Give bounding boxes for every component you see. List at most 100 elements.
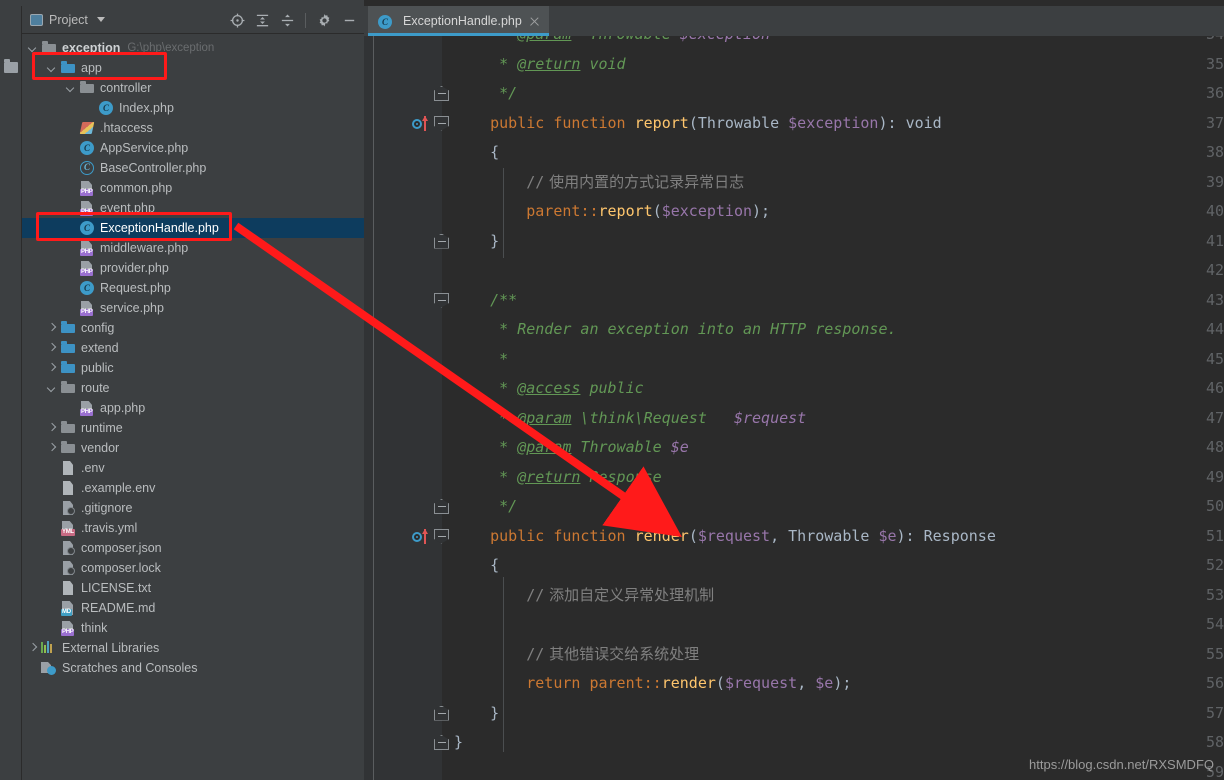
php-file-icon: PHP	[79, 260, 95, 276]
chevron-right-icon[interactable]	[47, 363, 58, 374]
chevron-down-icon[interactable]	[47, 63, 58, 74]
tree-node-index-php[interactable]: C Index.php	[22, 98, 364, 118]
code-line: public function render($request, Throwab…	[490, 526, 996, 545]
project-file-tree[interactable]: exception G:\php\exception app controller C I…	[22, 34, 364, 780]
project-tool-window: Project exception G:\php\exception app c…	[22, 6, 364, 780]
tree-node-readme-md[interactable]: MD README.md	[22, 598, 364, 618]
code-line: return parent::render($request, $e);	[526, 674, 852, 692]
chevron-down-icon[interactable]	[66, 83, 77, 94]
tree-node-gitignore[interactable]: .gitignore	[22, 498, 364, 518]
tree-node-composer-json[interactable]: composer.json	[22, 538, 364, 558]
code-fold-marker[interactable]	[434, 292, 449, 308]
project-view-selector[interactable]: Project	[22, 13, 105, 27]
tree-node-label: Request.php	[100, 281, 171, 295]
php-file-icon: PHP	[79, 300, 95, 316]
close-icon[interactable]	[528, 15, 541, 28]
tree-node-controller[interactable]: controller	[22, 78, 364, 98]
code-fold-marker[interactable]	[434, 233, 449, 249]
markdown-file-icon: MD	[60, 600, 76, 616]
tree-node-config[interactable]: config	[22, 318, 364, 338]
tree-node-travis-yml[interactable]: YML .travis.yml	[22, 518, 364, 538]
tree-node-exceptionhandle-php[interactable]: C ExceptionHandle.php	[22, 218, 364, 238]
tree-node-request-php[interactable]: C Request.php	[22, 278, 364, 298]
chevron-right-icon[interactable]	[47, 343, 58, 354]
locate-icon[interactable]	[226, 9, 248, 31]
code-line: *	[454, 349, 509, 368]
left-tool-window-bar[interactable]: Project	[0, 6, 22, 780]
code-line: }	[454, 231, 500, 250]
code-line: * @param Throwable $exception	[454, 36, 770, 50]
editor-tab-exceptionhandle[interactable]: C ExceptionHandle.php	[368, 6, 549, 36]
override-method-icon[interactable]	[412, 528, 434, 545]
tree-node-extend[interactable]: extend	[22, 338, 364, 358]
code-line: // 使用内置的方式记录异常日志	[526, 172, 745, 191]
tree-node-runtime[interactable]: runtime	[22, 418, 364, 438]
watermark: https://blog.csdn.net/RXSMDFQ	[1029, 757, 1214, 772]
expand-all-icon[interactable]	[251, 9, 273, 31]
tree-node-service-php[interactable]: PHP service.php	[22, 298, 364, 318]
chevron-down-icon[interactable]	[47, 383, 58, 394]
tree-node-basecontroller-php[interactable]: C BaseController.php	[22, 158, 364, 178]
tree-node-env[interactable]: .env	[22, 458, 364, 478]
code-fold-marker[interactable]	[434, 705, 449, 721]
tree-node-htaccess[interactable]: .htaccess	[22, 118, 364, 138]
composer-file-icon	[60, 560, 76, 576]
settings-gear-icon[interactable]	[313, 9, 335, 31]
override-method-icon[interactable]	[412, 115, 434, 132]
code-line: * @param \think\Request $request	[454, 408, 807, 427]
tree-node-route[interactable]: route	[22, 378, 364, 398]
composer-file-icon	[60, 540, 76, 556]
code-fold-marker[interactable]	[434, 499, 449, 514]
code-line: // 其他错误交给系统处理	[526, 644, 700, 663]
project-toolbar: Project	[22, 6, 364, 34]
chevron-down-icon[interactable]	[28, 43, 39, 54]
tree-node-scratches-and-consoles[interactable]: Scratches and Consoles	[22, 658, 364, 678]
code-line: * @access public	[454, 379, 644, 397]
tree-node-exception[interactable]: exception G:\php\exception	[22, 38, 364, 58]
tree-node-example-env[interactable]: .example.env	[22, 478, 364, 498]
chevron-right-icon[interactable]	[47, 443, 58, 454]
tree-node-vendor[interactable]: vendor	[22, 438, 364, 458]
code-text[interactable]: * @param Throwable $exception * @return …	[454, 36, 1224, 780]
tree-node-public[interactable]: public	[22, 358, 364, 378]
php-class-icon: C	[98, 100, 114, 116]
tree-node-appservice-php[interactable]: C AppService.php	[22, 138, 364, 158]
chevron-down-icon	[96, 17, 105, 22]
tree-node-app[interactable]: app	[22, 58, 364, 78]
tree-node-common-php[interactable]: PHP common.php	[22, 178, 364, 198]
project-toolbar-actions	[226, 6, 360, 34]
tree-node-think[interactable]: PHP think	[22, 618, 364, 638]
chevron-right-icon[interactable]	[47, 323, 58, 334]
tree-node-middleware-php[interactable]: PHP middleware.php	[22, 238, 364, 258]
collapse-all-icon[interactable]	[276, 9, 298, 31]
tree-node-label: .htaccess	[100, 121, 153, 135]
php-class-icon: C	[79, 140, 95, 156]
php-file-icon: PHP	[79, 180, 95, 196]
code-fold-marker[interactable]	[434, 86, 449, 101]
tree-node-provider-php[interactable]: PHP provider.php	[22, 258, 364, 278]
tree-node-event-php[interactable]: PHP event.php	[22, 198, 364, 218]
code-fold-marker[interactable]	[434, 528, 449, 544]
tree-node-license-txt[interactable]: LICENSE.txt	[22, 578, 364, 598]
tree-node-composer-lock[interactable]: composer.lock	[22, 558, 364, 578]
folder-icon	[79, 80, 95, 96]
tree-node-label: public	[81, 361, 114, 375]
tree-node-external-libraries[interactable]: External Libraries	[22, 638, 364, 658]
chevron-right-icon[interactable]	[28, 643, 39, 654]
php-file-icon: PHP	[79, 400, 95, 416]
code-editor[interactable]: 3435363738394041424344454647484950515253…	[364, 36, 1224, 780]
code-fold-marker[interactable]	[434, 115, 449, 131]
code-line: }	[454, 703, 500, 722]
tree-node-app-php[interactable]: PHP app.php	[22, 398, 364, 418]
hide-panel-icon[interactable]	[338, 9, 360, 31]
chevron-right-icon[interactable]	[47, 423, 58, 434]
folder-icon	[60, 380, 76, 396]
code-fold-marker[interactable]	[434, 735, 449, 750]
